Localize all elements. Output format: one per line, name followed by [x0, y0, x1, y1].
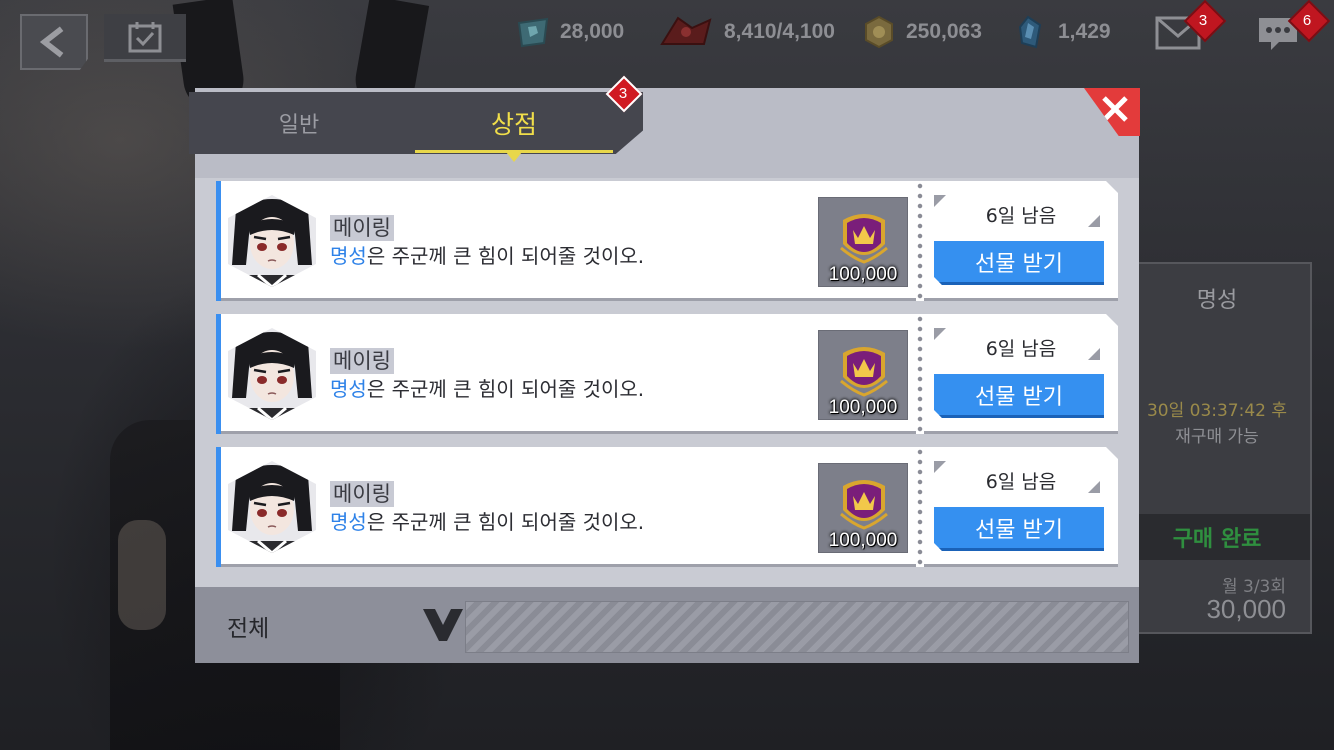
sender-name: 메이링 [330, 348, 394, 374]
reward-item[interactable]: 100,000 [818, 197, 908, 287]
ticket-perforation [916, 447, 924, 567]
gift-row: 메이링 명성은 주군께 큰 힘이 되어줄 것이오. 100,000 6일 남음 … [216, 181, 1118, 301]
gift-description: 명성은 주군께 큰 힘이 되어줄 것이오. [330, 376, 644, 402]
crystal-count: 1,429 [1058, 20, 1111, 43]
reward-item[interactable]: 100,000 [818, 330, 908, 420]
reward-amount: 100,000 [828, 264, 898, 285]
claim-gift-button[interactable]: 선물 받기 [934, 374, 1104, 418]
chat-badge-count: 6 [1302, 11, 1312, 29]
shop-badge-count: 3 [618, 84, 628, 102]
reward-amount: 100,000 [828, 530, 898, 551]
character-avatar-icon [228, 461, 316, 553]
shop-card-purchase-status: 구매 완료 [1124, 514, 1310, 560]
shop-card-rebuy-text: 재구매 가능 [1175, 427, 1259, 447]
ticket-perforation [916, 181, 924, 301]
remaining-days: 6일 남음 [985, 471, 1057, 493]
gift-description: 명성은 주군께 큰 힘이 되어줄 것이오. [330, 509, 644, 535]
crystal-icon [1014, 15, 1048, 49]
resource-gem: 28,000 [516, 14, 624, 50]
gift-row: 메이링 명성은 주군께 큰 힘이 되어줄 것이오. 100,000 6일 남음 … [216, 314, 1118, 434]
gem-card-icon [516, 15, 550, 49]
gift-description-text: 은 주군께 큰 힘이 되어줄 것이오. [366, 510, 645, 534]
sender-name: 메이링 [330, 481, 394, 507]
active-tab-pointer-icon [506, 152, 522, 162]
gift-row-body [216, 181, 916, 301]
gift-description-highlight: 명성 [330, 510, 367, 534]
remaining-days: 6일 남음 [985, 205, 1057, 227]
modal-footer: 전체 [195, 587, 1139, 663]
gift-row-body [216, 314, 916, 434]
gift-description-highlight: 명성 [330, 377, 367, 401]
background-shop-card: 명성 30일 03:37:42 후 재구매 가능 구매 완료 월 3/3회 30… [1122, 262, 1312, 634]
claim-gift-button[interactable]: 선물 받기 [934, 507, 1104, 551]
resource-flag: 8,410/4,100 [658, 14, 835, 50]
claim-gift-button[interactable]: 선물 받기 [934, 241, 1104, 285]
reputation-crest-icon [840, 480, 888, 530]
background-character-hand [118, 520, 166, 630]
back-arrow-icon [39, 26, 64, 58]
gift-description-text: 은 주군께 큰 힘이 되어줄 것이오. [366, 244, 645, 268]
shop-card-title: 명성 [1196, 288, 1238, 313]
resource-crystal: 1,429 [1014, 14, 1111, 50]
sender-name: 메이링 [330, 215, 394, 241]
tab-general[interactable]: 일반 [189, 92, 409, 154]
ticket-perforation [916, 314, 924, 434]
shop-card-timer: 30일 03:37:42 후 [1146, 401, 1288, 421]
mail-badge-count: 3 [1198, 11, 1208, 29]
gift-row-body [216, 447, 916, 567]
flag-count: 8,410/4,100 [724, 20, 835, 43]
calendar-check-icon [128, 21, 162, 52]
calendar-button[interactable] [104, 14, 186, 62]
gem-count: 28,000 [560, 20, 625, 43]
reputation-crest-icon [840, 214, 888, 264]
character-avatar-icon [228, 328, 316, 420]
gift-description: 명성은 주군께 큰 힘이 되어줄 것이오. [330, 243, 644, 269]
reward-item[interactable]: 100,000 [818, 463, 908, 553]
chevron-down-icon[interactable] [423, 609, 463, 641]
filter-dropdown-label[interactable]: 전체 [227, 609, 269, 643]
gold-coin-icon [862, 15, 896, 49]
flag-icon [658, 15, 714, 49]
gift-description-text: 은 주군께 큰 힘이 되어줄 것이오. [366, 377, 645, 401]
footer-hatched-bar [465, 601, 1129, 653]
mail-button[interactable]: 3 [1148, 0, 1227, 56]
shop-card-price: 30,000 [1206, 594, 1286, 624]
modal-tab-bar: 일반 상점 [189, 92, 643, 154]
gift-description-highlight: 명성 [330, 244, 367, 268]
tab-shop[interactable]: 상점 [415, 92, 613, 154]
remaining-days: 6일 남음 [985, 338, 1057, 360]
gift-row: 메이링 명성은 주군께 큰 힘이 되어줄 것이오. 100,000 6일 남음 … [216, 447, 1118, 567]
gold-count: 250,063 [906, 20, 982, 43]
reward-amount: 100,000 [828, 397, 898, 418]
resource-gold: 250,063 [862, 14, 982, 50]
reputation-crest-icon [840, 347, 888, 397]
shop-tab-badge: 3 [605, 75, 643, 113]
back-button[interactable] [20, 14, 88, 70]
top-bar: 28,000 8,410/4,100 250,063 1,429 3 6 [0, 0, 1334, 70]
character-avatar-icon [228, 195, 316, 287]
chat-button[interactable]: 6 [1248, 0, 1331, 56]
